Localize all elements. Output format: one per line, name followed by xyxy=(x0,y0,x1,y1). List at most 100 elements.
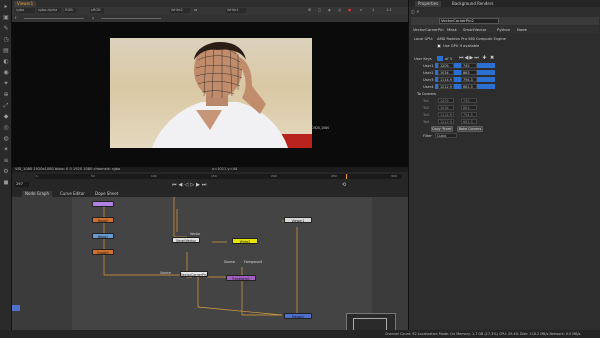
pointer-icon[interactable]: ▸ xyxy=(2,3,10,11)
node-read-b[interactable]: Read1 xyxy=(92,233,114,239)
key-index-field[interactable] xyxy=(437,56,443,61)
keyer-icon[interactable]: ✦ xyxy=(2,80,10,88)
from3-x[interactable]: 1114.9 xyxy=(438,112,454,117)
to-row-label: User3 xyxy=(423,78,434,82)
gamma-slider[interactable] xyxy=(101,18,161,19)
other-icon[interactable]: ⚙ xyxy=(2,168,10,176)
gain-slider[interactable] xyxy=(24,18,84,19)
tab-background-renders[interactable]: Background Renders xyxy=(449,1,496,7)
toolsets-icon[interactable]: ≡ xyxy=(2,157,10,165)
to2-y[interactable]: 863 xyxy=(461,70,477,75)
node-label: Write2 xyxy=(239,240,251,244)
to1-x[interactable]: 1205 xyxy=(438,63,454,68)
current-frame-field[interactable]: 297 xyxy=(15,182,29,187)
overlay-icon[interactable]: ◎ xyxy=(338,8,344,13)
to4-y[interactable]: 681.3 xyxy=(461,84,477,89)
roi-icon[interactable]: ◻ xyxy=(318,8,324,13)
draw-icon[interactable]: ✎ xyxy=(2,25,10,33)
compare-icon[interactable]: ▭ xyxy=(194,8,200,13)
tab-properties[interactable]: Properties xyxy=(415,1,442,7)
copy-from-button[interactable]: Copy 'From' xyxy=(431,126,453,132)
node-write[interactable]: Write2 xyxy=(232,238,258,244)
timeline-ruler[interactable]: 1 50 100 150 200 250 300 xyxy=(36,174,402,179)
subtab-mask[interactable]: Mask xyxy=(447,26,457,33)
from1-y[interactable]: 745 xyxy=(461,98,477,103)
playback-controls[interactable]: ⏮◀◁▷▶⏭ xyxy=(172,182,208,188)
node-grade-a[interactable]: Read2 xyxy=(92,217,114,223)
metadata-icon[interactable]: ◍ xyxy=(2,135,10,143)
color-icon[interactable]: ◐ xyxy=(2,58,10,66)
to-corners-section[interactable]: To Corners xyxy=(417,92,436,96)
node-vector-corner-pin[interactable]: VectorCornerPin2 xyxy=(180,271,209,277)
use-gpu-checkbox[interactable] xyxy=(437,44,441,48)
transform-icon[interactable]: ⤢ xyxy=(2,102,10,110)
frame-field[interactable]: 1 xyxy=(372,8,382,13)
node-transform[interactable]: Transform1 xyxy=(226,275,256,281)
from-row-label: To3 xyxy=(423,113,430,117)
playhead[interactable] xyxy=(346,174,347,179)
bake-corners-button[interactable]: Bake Corners xyxy=(457,126,483,132)
to-row-label: User2 xyxy=(423,71,434,75)
image-icon[interactable]: ▣ xyxy=(2,14,10,22)
from2-y[interactable]: 863 xyxy=(461,105,477,110)
subtab-smartvector[interactable]: SmartVector xyxy=(463,26,487,33)
tick-label: 200 xyxy=(271,174,277,178)
colorspace-dropdown[interactable]: RGB xyxy=(64,8,76,13)
properties-toolbar: ◫ ✕ xyxy=(411,9,441,15)
to1-y[interactable]: 745 xyxy=(461,63,477,68)
gain-icon[interactable]: f xyxy=(15,16,21,21)
loop-icon[interactable]: ⟲ xyxy=(342,182,346,188)
from4-y[interactable]: 681.3 xyxy=(461,119,477,124)
to3-y[interactable]: 794.3 xyxy=(461,77,477,82)
clip-icon[interactable]: ◈ xyxy=(328,8,334,13)
record-icon[interactable]: ● xyxy=(348,8,354,13)
time-icon[interactable]: ◷ xyxy=(2,36,10,44)
to2-x[interactable]: 1034 xyxy=(438,70,454,75)
viewer-canvas[interactable]: 1920,1080 xyxy=(12,22,408,167)
subtab-python[interactable]: Python xyxy=(497,26,510,33)
filter-icon[interactable]: ◉ xyxy=(2,69,10,77)
lock-icon[interactable]: ◫ xyxy=(411,9,415,14)
pause-icon[interactable]: ⏸ xyxy=(360,8,366,13)
from1-x[interactable]: 1205 xyxy=(438,98,454,103)
node-name-field[interactable]: VectorCornerPin2 xyxy=(439,18,499,24)
proxy-dropdown[interactable]: sRGB xyxy=(90,8,104,13)
zoom-field[interactable]: 1:1 xyxy=(386,8,398,13)
gear-icon[interactable]: ⚙ xyxy=(308,8,314,13)
node-label: Read1 xyxy=(97,235,109,239)
3d-icon[interactable]: ◆ xyxy=(2,113,10,121)
particles-icon[interactable]: ✶ xyxy=(2,146,10,154)
node-label: Transform1 xyxy=(232,277,250,281)
nuke-icon[interactable]: ◼ xyxy=(2,179,10,187)
subtab-node[interactable]: Node xyxy=(517,26,527,33)
viewer-image xyxy=(110,38,312,148)
channel-select-dropdown[interactable]: rgba.alpha xyxy=(37,8,61,13)
from2-x[interactable]: 1034 xyxy=(438,105,454,110)
node-grade[interactable]: Grade1 xyxy=(92,249,114,255)
node-label: VectorCornerPin2 xyxy=(181,273,209,277)
from3-y[interactable]: 794.3 xyxy=(461,112,477,117)
from-row-label: To2 xyxy=(423,106,430,110)
node-graph-canvas[interactable]: Read2 Read1 Grade1 Source SmartVector Ve… xyxy=(12,197,408,338)
node-offscreen[interactable] xyxy=(12,305,20,311)
channels-dropdown[interactable]: rgba xyxy=(15,8,35,13)
subtab-vectorcornerpin[interactable]: VectorCornerPin xyxy=(413,26,444,33)
delete-icon[interactable]: ✕ xyxy=(416,9,419,14)
to4-x[interactable]: 1212.9 xyxy=(438,84,454,89)
node-merge[interactable]: Merge1 xyxy=(284,313,312,319)
node-read-a[interactable] xyxy=(92,201,114,207)
merge-icon[interactable]: ⊕ xyxy=(2,91,10,99)
input-a-dropdown[interactable]: Write2 xyxy=(170,8,190,13)
node-smartvector[interactable]: SmartVector xyxy=(172,237,200,243)
key-nav-icons[interactable]: ⏮◀▶⏭ ✚ ✖ xyxy=(459,55,495,61)
gamma-icon[interactable]: γ xyxy=(92,16,98,21)
timeline[interactable]: 1 50 100 150 200 250 300 297 ⏮◀◁▷▶⏭ ⟲ xyxy=(12,172,408,190)
input-b-dropdown[interactable]: Write1 xyxy=(226,8,246,13)
views-icon[interactable]: ◎ xyxy=(2,124,10,132)
node-viewer[interactable]: Viewer1 xyxy=(284,217,312,223)
filter-dropdown[interactable]: Cubic xyxy=(435,133,457,138)
to3-x[interactable]: 1114.9 xyxy=(438,77,454,82)
node-title-bar: VectorCornerPin2 xyxy=(411,17,599,25)
channel-icon[interactable]: ▤ xyxy=(2,47,10,55)
from4-x[interactable]: 1212.9 xyxy=(438,119,454,124)
